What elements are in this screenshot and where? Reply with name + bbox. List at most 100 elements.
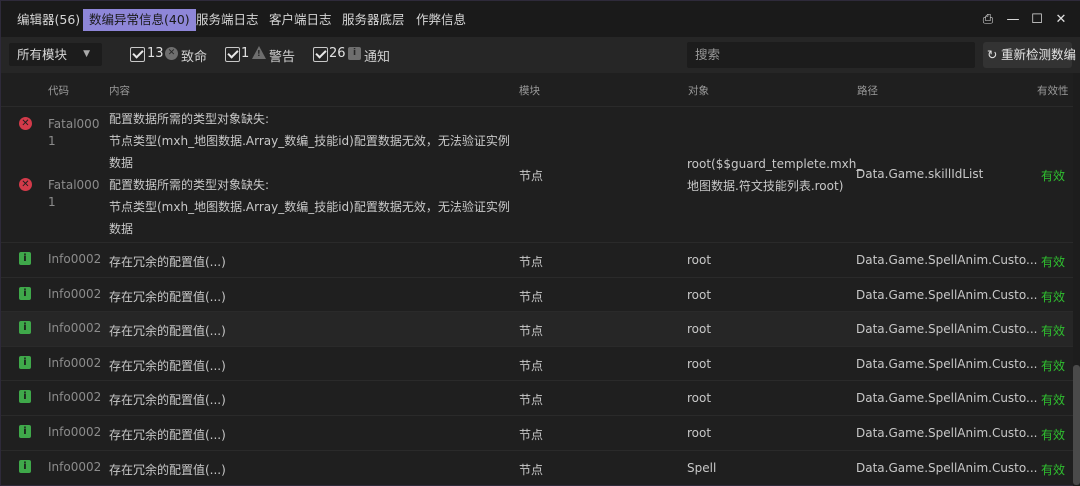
content-line: 数据 — [109, 222, 134, 236]
content-line: 配置数据所需的类型对象缺失: — [109, 178, 270, 192]
table-header: 代码 内容 模块 对象 路径 有效性 — [1, 73, 1080, 106]
row-path: Data.Game.SpellAnim.Custo... — [856, 461, 1038, 475]
chevron-down-icon: ▼ — [83, 49, 90, 59]
table-row[interactable]: i Info0002 存在冗余的配置值(...) 节点 root Data.Ga… — [1, 415, 1073, 450]
row-code-cont: 1 — [48, 134, 56, 148]
row-module: 节点 — [519, 324, 544, 338]
table-row[interactable]: i Info0002 存在冗余的配置值(...) 节点 root Data.Ga… — [1, 311, 1073, 346]
info-icon: i — [19, 287, 31, 300]
row-content: 存在冗余的配置值(...) — [109, 428, 226, 442]
content-line: 数据 — [109, 156, 134, 170]
row-module: 节点 — [519, 359, 544, 373]
row-code: Info0002 — [48, 425, 102, 439]
info-label: 通知 — [364, 50, 391, 65]
row-content: 存在冗余的配置值(...) — [109, 393, 226, 407]
row-module: 节点 — [519, 463, 544, 477]
recheck-button[interactable]: ↻ 重新检测数编 — [983, 42, 1076, 68]
warning-label: 警告 — [269, 50, 296, 65]
warning-checkbox[interactable] — [225, 47, 240, 62]
row-validity: 有效 — [1041, 359, 1066, 373]
table-row[interactable]: i Info0002 存在冗余的配置值(...) 节点 root Data.Ga… — [1, 346, 1073, 380]
row-path: Data.Game.SpellAnim.Custo... — [856, 288, 1038, 302]
table-row[interactable]: i Info0002 存在冗余的配置值(...) 节点 root Data.Ga… — [1, 380, 1073, 415]
column-module[interactable]: 模块 — [519, 83, 540, 98]
row-object: root — [687, 322, 712, 336]
row-path: Data.Game.SpellAnim.Custo... — [856, 322, 1038, 336]
row-content: 存在冗余的配置值(...) — [109, 255, 226, 269]
info-checkbox[interactable] — [313, 47, 328, 62]
info-icon: i — [19, 356, 31, 369]
row-path: Data.Game.SpellAnim.Custo... — [856, 426, 1038, 440]
tab-bar: 编辑器(56) 数编异常信息(40) 服务端日志 客户端日志 服务器底层 作弊信… — [1, 1, 1080, 37]
error-icon: ✕ — [19, 178, 32, 191]
recheck-label: 重新检测数编 — [1001, 47, 1077, 62]
search-input[interactable]: 搜索 — [687, 42, 975, 68]
table-row[interactable]: i Info0002 存在冗余的配置值(...) 节点 Spell Data.G… — [1, 450, 1073, 485]
row-object: root — [687, 253, 712, 267]
row-code: Fatal000 — [48, 117, 100, 131]
tab-cheat-info[interactable]: 作弊信息 — [410, 9, 472, 31]
row-code: Info0002 — [48, 460, 102, 474]
tab-data-errors[interactable]: 数编异常信息(40) — [83, 9, 196, 31]
row-path: Data.Game.SpellAnim.Custo... — [856, 357, 1038, 371]
row-code: Info0002 — [48, 321, 102, 335]
row-code: Info0002 — [48, 287, 102, 301]
row-module: 节点 — [519, 393, 544, 407]
tab-editor[interactable]: 编辑器(56) — [11, 9, 86, 31]
fatal-checkbox[interactable] — [130, 47, 145, 62]
row-object: Spell — [687, 461, 717, 475]
row-validity: 有效 — [1041, 169, 1066, 183]
warning-count: 1 — [241, 46, 250, 61]
row-content: 存在冗余的配置值(...) — [109, 324, 226, 338]
info-count: 26 — [329, 46, 346, 61]
maximize-icon[interactable]: ☐ — [1027, 10, 1047, 30]
row-object: root — [687, 357, 712, 371]
row-object: root — [687, 391, 712, 405]
table-row[interactable]: i Info0002 存在冗余的配置值(...) 节点 root Data.Ga… — [1, 242, 1073, 277]
module-select[interactable]: 所有模块 ▼ — [9, 43, 102, 66]
row-module: 节点 — [519, 169, 544, 183]
warning-icon: ! — [252, 46, 266, 59]
row-content: 存在冗余的配置值(...) — [109, 290, 226, 304]
info-icon: i — [19, 321, 31, 334]
info-icon: i — [348, 47, 361, 60]
info-icon: i — [19, 460, 31, 473]
row-validity: 有效 — [1041, 393, 1066, 407]
row-code-cont: 1 — [48, 195, 56, 209]
content-line: 节点类型(mxh_地图数据.Array_数编_技能id)配置数据无效，无法验证实… — [109, 200, 510, 214]
row-object-cont: 地图数据.符文技能列表.root) — [687, 179, 844, 193]
print-icon[interactable]: ⎙ — [978, 10, 998, 30]
tab-server-log[interactable]: 服务端日志 — [190, 9, 265, 31]
row-object: root — [687, 426, 712, 440]
minimize-icon[interactable]: — — [1003, 10, 1023, 30]
column-code[interactable]: 代码 — [48, 83, 69, 98]
row-path: Data.Game.SpellAnim.Custo... — [856, 391, 1038, 405]
column-object[interactable]: 对象 — [688, 83, 709, 98]
close-icon[interactable]: ✕ — [1051, 10, 1071, 30]
content-line: 配置数据所需的类型对象缺失: — [109, 112, 270, 126]
row-path: Data.Game.skillIdList — [856, 167, 984, 181]
column-path[interactable]: 路径 — [857, 83, 878, 98]
row-object: root — [687, 288, 712, 302]
scrollbar-thumb[interactable] — [1073, 365, 1080, 485]
tab-client-log[interactable]: 客户端日志 — [263, 9, 338, 31]
row-validity: 有效 — [1041, 255, 1066, 269]
row-validity: 有效 — [1041, 290, 1066, 304]
row-validity: 有效 — [1041, 463, 1066, 477]
fatal-count: 13 — [147, 46, 164, 61]
row-content: 配置数据所需的类型对象缺失: 节点类型(mxh_地图数据.Array_数编_技能… — [109, 108, 510, 240]
row-module: 节点 — [519, 290, 544, 304]
tab-server-core[interactable]: 服务器底层 — [336, 9, 411, 31]
table-row-fatal[interactable]: ✕ Fatal000 1 ✕ Fatal000 1 配置数据所需的类型对象缺失:… — [1, 106, 1073, 242]
fatal-icon: ✕ — [165, 47, 178, 60]
table-row[interactable]: i Info0002 存在冗余的配置值(...) 节点 root Data.Ga… — [1, 277, 1073, 311]
row-code: Info0002 — [48, 252, 102, 266]
refresh-icon: ↻ — [987, 47, 998, 62]
row-module: 节点 — [519, 428, 544, 442]
column-validity[interactable]: 有效性 — [1037, 83, 1069, 98]
content-line: 节点类型(mxh_地图数据.Array_数编_技能id)配置数据无效，无法验证实… — [109, 134, 510, 148]
error-icon: ✕ — [19, 117, 32, 130]
column-content[interactable]: 内容 — [109, 83, 130, 98]
row-content: 存在冗余的配置值(...) — [109, 359, 226, 373]
row-content: 存在冗余的配置值(...) — [109, 463, 226, 477]
